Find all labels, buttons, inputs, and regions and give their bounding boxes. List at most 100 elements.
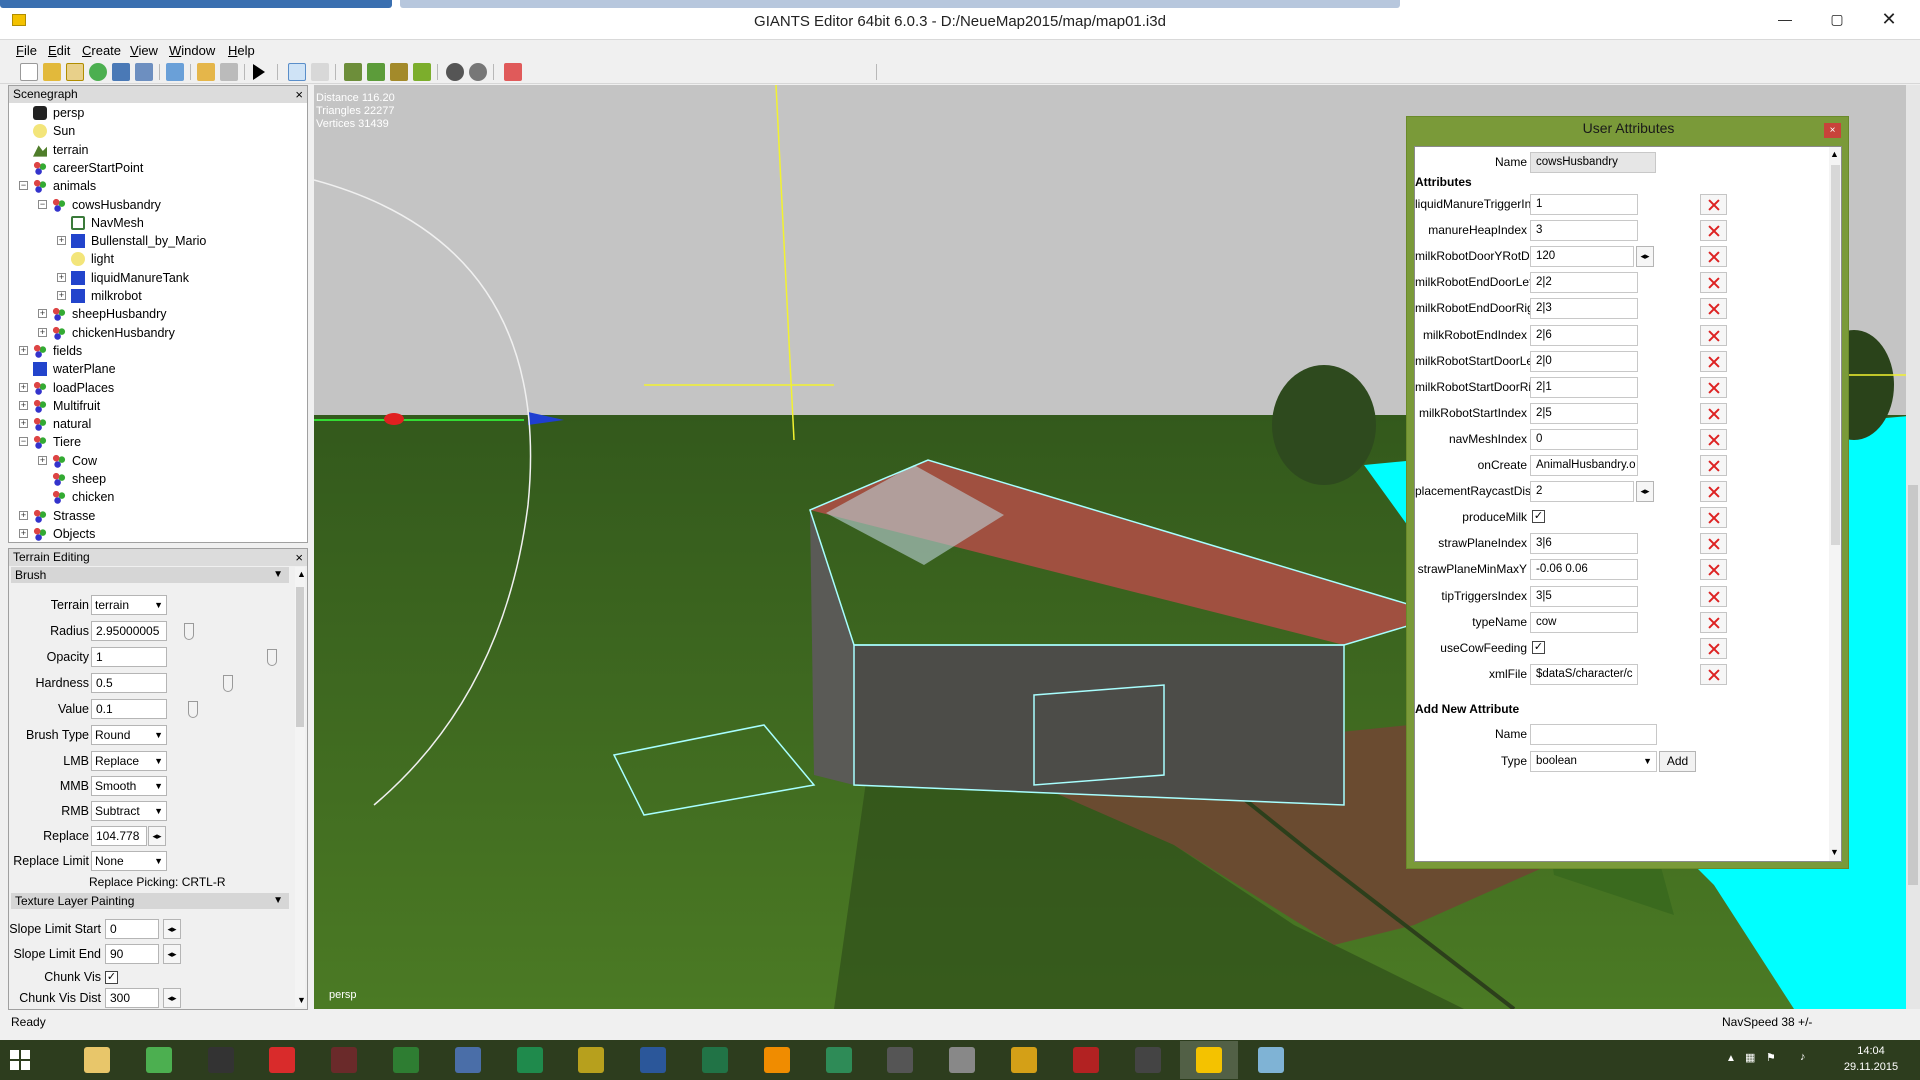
lmb-select[interactable]: Replace ▼ (91, 751, 167, 771)
delete-attribute-icon[interactable] (1700, 350, 1727, 372)
hp-icon[interactable] (192, 1041, 250, 1079)
scroll-down-icon[interactable]: ▼ (297, 995, 306, 1005)
tree-item[interactable]: + chickenHusbandry (9, 324, 305, 342)
delete-attribute-icon[interactable] (1700, 481, 1727, 503)
delete-attribute-icon[interactable] (1700, 324, 1727, 346)
menu-window[interactable]: Window (169, 43, 215, 58)
attribute-value-input[interactable]: 2 (1530, 481, 1634, 503)
expand-icon[interactable]: + (38, 327, 47, 337)
delete-attribute-icon[interactable] (1700, 637, 1727, 659)
window-scrollbar[interactable] (1906, 85, 1920, 1009)
radius-input[interactable]: 2.95000005 (91, 621, 167, 641)
name-field[interactable]: cowsHusbandry (1530, 152, 1656, 173)
attribute-value-input[interactable]: 1 (1530, 194, 1638, 215)
attribute-value-input[interactable]: 2|2 (1530, 272, 1638, 294)
new-file-icon[interactable] (20, 63, 38, 81)
attribute-spinner[interactable]: ◂▸ (1636, 481, 1654, 503)
tray-flag-icon[interactable]: ⚑ (1766, 1051, 1776, 1064)
terrain-paint-icon[interactable] (367, 63, 385, 81)
attribute-spinner[interactable]: ◂▸ (1636, 246, 1654, 268)
rmb-select[interactable]: Subtract ▼ (91, 801, 167, 821)
delete-attribute-icon[interactable] (1700, 533, 1727, 555)
red-circle-app-icon[interactable] (1057, 1041, 1115, 1079)
tree-item[interactable]: persp (9, 104, 305, 122)
tree-item[interactable]: − cowsHusbandry (9, 196, 305, 214)
giants-editor-icon[interactable] (1180, 1041, 1239, 1079)
minimize-button[interactable]: — (1770, 8, 1800, 30)
tray-chevron-icon[interactable]: ▲ (1726, 1053, 1736, 1064)
yellow-orb-app-icon[interactable] (562, 1041, 620, 1079)
delete-attribute-icon[interactable] (1700, 298, 1727, 320)
chunk-vis-checkbox[interactable]: ✓ (105, 971, 118, 984)
tree-item[interactable]: chicken (9, 488, 305, 506)
undo-icon[interactable] (197, 63, 215, 81)
terrain-select[interactable]: terrain ▼ (91, 595, 167, 615)
expand-icon[interactable]: + (57, 272, 66, 282)
expand-icon[interactable]: + (19, 382, 28, 392)
editor-app-icon[interactable] (439, 1041, 497, 1079)
green-card-app-icon[interactable] (501, 1041, 559, 1079)
delete-attribute-icon[interactable] (1700, 663, 1727, 685)
expand-icon[interactable]: + (19, 528, 28, 538)
chunk-vis-dist-input[interactable]: 300 (105, 988, 159, 1008)
value-slider-thumb[interactable] (188, 701, 198, 718)
texture-section-header[interactable]: Texture Layer Painting ▼ (11, 893, 289, 909)
store-icon[interactable] (810, 1041, 868, 1079)
settings-gear-icon[interactable] (446, 63, 464, 81)
delete-attribute-icon[interactable] (1700, 220, 1727, 242)
clock-time[interactable]: 14:04 (1836, 1045, 1906, 1057)
close-window-button[interactable]: ✕ (1874, 8, 1904, 30)
delete-attribute-icon[interactable] (1700, 246, 1727, 268)
attributes-scrollbar[interactable] (1829, 147, 1841, 861)
foliage-paint-icon[interactable] (390, 63, 408, 81)
add-attribute-button[interactable]: Add (1659, 751, 1696, 772)
delete-attribute-icon[interactable] (1700, 585, 1727, 607)
vlc-icon[interactable] (748, 1041, 806, 1079)
terrain-scrollbar[interactable] (295, 567, 305, 1007)
slope-start-spinner[interactable]: ◂▸ (163, 919, 181, 939)
expand-icon[interactable]: + (57, 236, 66, 246)
close-icon[interactable]: × (1824, 123, 1841, 138)
attribute-value-input[interactable]: AnimalHusbandry.o (1530, 455, 1638, 476)
attribute-value-input[interactable]: -0.06 0.06 (1530, 559, 1638, 581)
tree-item[interactable]: + Multifruit (9, 397, 305, 415)
play-icon[interactable] (253, 64, 265, 80)
word-icon[interactable] (624, 1041, 682, 1079)
chunk-vis-dist-spinner[interactable]: ◂▸ (163, 988, 181, 1008)
select-tool-icon[interactable] (288, 63, 306, 81)
notes-icon[interactable] (1242, 1041, 1300, 1079)
attribute-value-input[interactable]: 2|1 (1530, 376, 1638, 398)
menu-help[interactable]: Help (228, 43, 255, 58)
delete-attribute-icon[interactable] (1700, 428, 1727, 450)
slope-limit-start-input[interactable]: 0 (105, 919, 159, 939)
tree-item[interactable]: + milkrobot (9, 287, 305, 305)
expand-icon[interactable]: + (19, 510, 28, 520)
brush-section-header[interactable]: Brush ▼ (11, 567, 289, 583)
scroll-down-icon[interactable]: ▼ (1830, 847, 1839, 857)
tree-item[interactable]: + loadPlaces (9, 379, 305, 397)
tray-network-icon[interactable]: ▦ (1745, 1051, 1755, 1064)
file-explorer-icon[interactable] (68, 1041, 126, 1079)
opacity-input[interactable]: 1 (91, 647, 167, 667)
reload-icon[interactable] (89, 63, 107, 81)
attribute-checkbox[interactable]: ✓ (1532, 510, 1545, 524)
tree-item[interactable]: − Tiere (9, 433, 305, 451)
expand-icon[interactable]: + (19, 345, 28, 355)
mmb-select[interactable]: Smooth ▼ (91, 776, 167, 796)
tree-item[interactable]: waterPlane (9, 360, 305, 378)
delete-attribute-icon[interactable] (1700, 194, 1727, 215)
hardness-slider-thumb[interactable] (223, 675, 233, 692)
slope-end-spinner[interactable]: ◂▸ (163, 944, 181, 964)
green-arrow-app-icon[interactable] (377, 1041, 435, 1079)
tree-item[interactable]: sheep (9, 470, 305, 488)
magnet-icon[interactable] (311, 63, 329, 81)
scrollbar-thumb[interactable] (1908, 485, 1918, 885)
menu-create[interactable]: Create (82, 43, 121, 58)
attribute-value-input[interactable]: 2|0 (1530, 350, 1638, 372)
paint-icon[interactable] (995, 1041, 1053, 1079)
delete-icon[interactable] (504, 63, 522, 81)
attribute-value-input[interactable]: cow (1530, 611, 1638, 633)
expand-icon[interactable]: + (38, 309, 47, 319)
attribute-value-input[interactable]: $dataS/character/c (1530, 663, 1638, 685)
delete-attribute-icon[interactable] (1700, 455, 1727, 476)
